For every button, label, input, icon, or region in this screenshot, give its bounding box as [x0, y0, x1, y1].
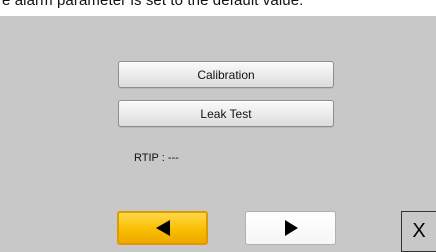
- leak-test-button[interactable]: Leak Test: [118, 100, 334, 127]
- close-button[interactable]: X: [401, 211, 436, 252]
- calibration-button[interactable]: Calibration: [118, 61, 334, 88]
- next-button[interactable]: [245, 211, 336, 245]
- settings-panel: Calibration Leak Test RTIP : --- X: [0, 16, 436, 252]
- rtip-status-text: RTIP : ---: [134, 152, 179, 164]
- left-arrow-icon: [154, 219, 172, 237]
- previous-button[interactable]: [117, 211, 208, 245]
- instruction-strip: e alarm parameter is set to the default …: [0, 0, 436, 16]
- right-arrow-icon: [282, 219, 300, 237]
- instruction-text: e alarm parameter is set to the default …: [2, 0, 304, 9]
